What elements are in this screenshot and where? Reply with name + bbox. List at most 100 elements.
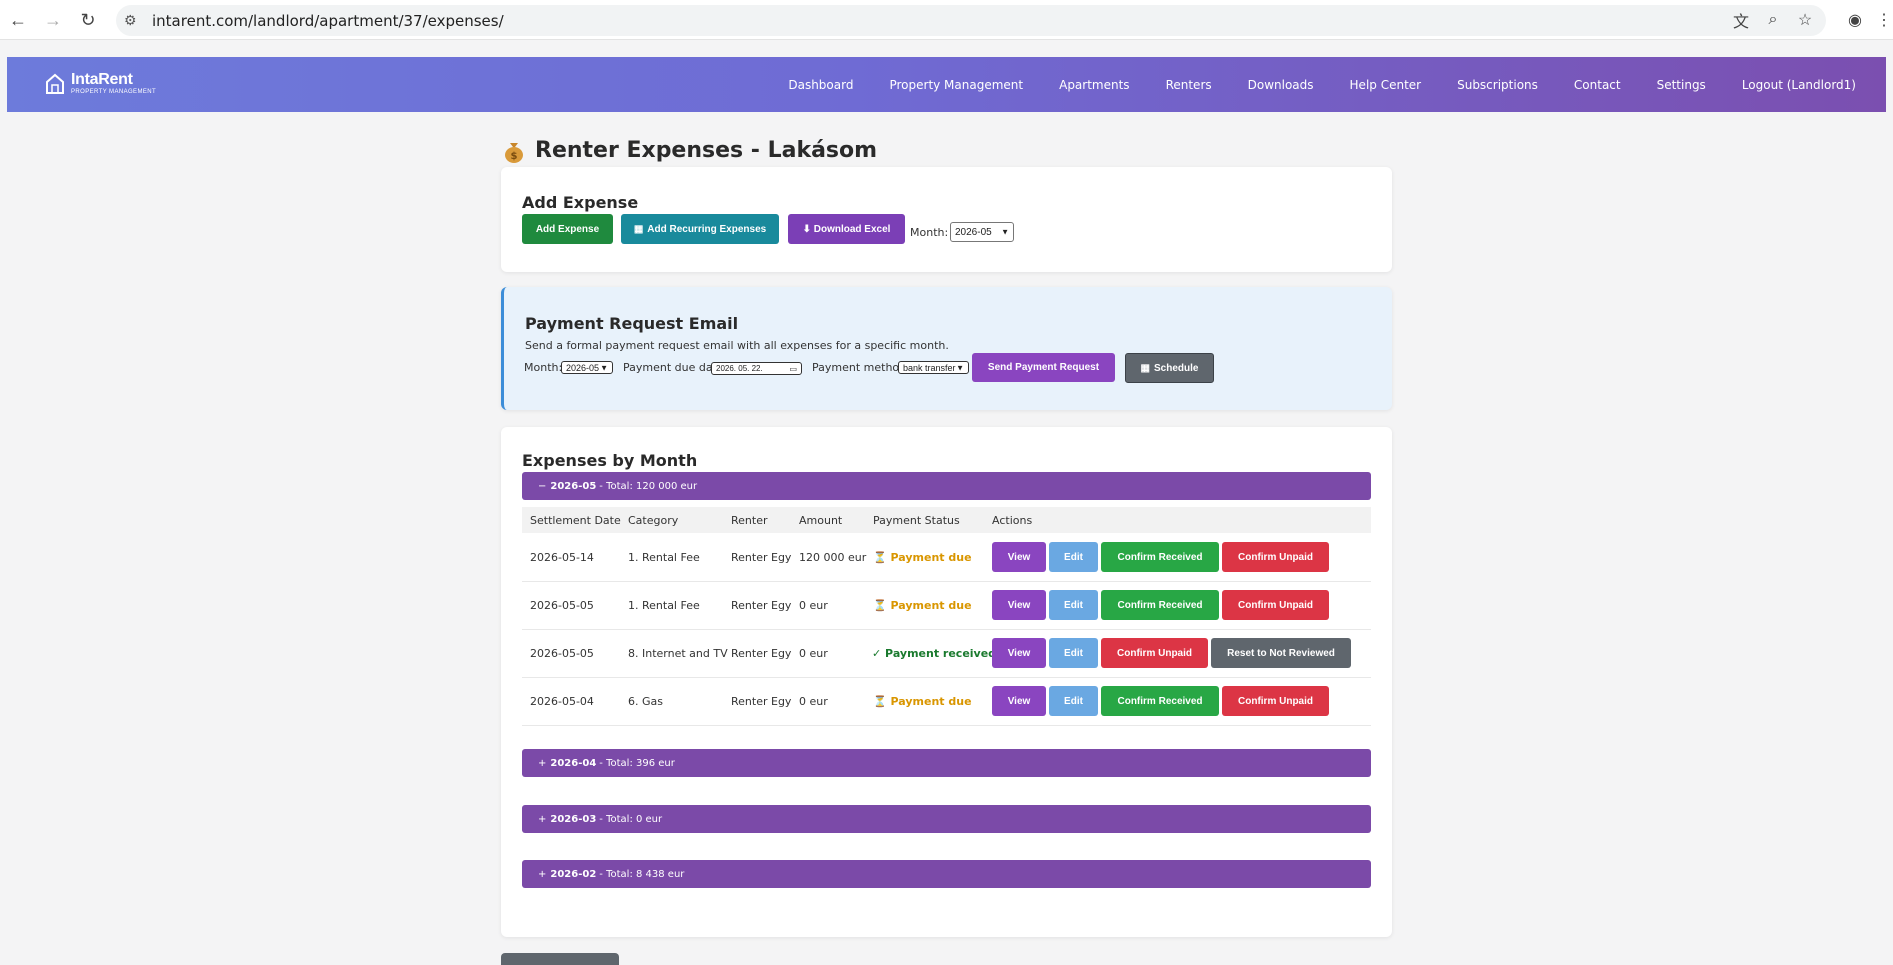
- edit-button[interactable]: Edit: [1049, 686, 1098, 716]
- table-row: 2026-05-05 1. Rental Fee Renter Egy 0 eu…: [522, 582, 1371, 630]
- view-button[interactable]: View: [992, 542, 1046, 572]
- schedule-button[interactable]: ▦ Schedule: [1125, 353, 1214, 383]
- settlement-date: 2026-05-05: [530, 599, 594, 612]
- category: 8. Internet and TV: [628, 647, 728, 660]
- confirm-received-button[interactable]: Confirm Received: [1101, 686, 1219, 716]
- view-button[interactable]: View: [992, 590, 1046, 620]
- payment-request-card: Payment Request Email Send a formal paym…: [501, 287, 1392, 410]
- view-button[interactable]: View: [992, 686, 1046, 716]
- due-date-input[interactable]: 2026. 05. 22. ▭: [711, 362, 802, 375]
- month-group-header[interactable]: + 2026-04 - Total: 396 eur: [522, 749, 1371, 777]
- month-label: 2026-05: [550, 480, 597, 492]
- category: 6. Gas: [628, 695, 663, 708]
- expand-toggle: +: [538, 868, 547, 880]
- month-label: Month:: [910, 226, 949, 239]
- collapse-toggle: −: [538, 480, 547, 492]
- month-total: - Total: 396 eur: [599, 757, 675, 769]
- table-row: 2026-05-04 6. Gas Renter Egy 0 eur ⏳ Pay…: [522, 678, 1371, 726]
- nav-apartments[interactable]: Apartments: [1059, 78, 1129, 92]
- col-settlement-date: Settlement Date: [530, 514, 621, 527]
- nav-logout[interactable]: Logout (Landlord1): [1742, 78, 1856, 92]
- confirm-unpaid-button[interactable]: Confirm Unpaid: [1222, 686, 1329, 716]
- expand-toggle: +: [538, 757, 547, 769]
- menu-dots-icon[interactable]: ⋮: [1873, 9, 1893, 31]
- translate-icon[interactable]: 文: [1730, 9, 1752, 31]
- amount: 0 eur: [799, 695, 828, 708]
- confirm-unpaid-button[interactable]: Confirm Unpaid: [1222, 590, 1329, 620]
- brand-logo[interactable]: IntaRent PROPERTY MANAGEMENT: [45, 72, 156, 95]
- forward-icon[interactable]: →: [41, 8, 65, 32]
- nav-help-center[interactable]: Help Center: [1350, 78, 1422, 92]
- edit-button[interactable]: Edit: [1049, 542, 1098, 572]
- table-row: 2026-05-14 1. Rental Fee Renter Egy 120 …: [522, 534, 1371, 582]
- reload-icon[interactable]: ↻: [76, 8, 100, 32]
- nav-property-management[interactable]: Property Management: [889, 78, 1023, 92]
- month-total: - Total: 8 438 eur: [599, 868, 685, 880]
- nav-menu: Dashboard Property Management Apartments…: [752, 57, 1856, 112]
- browser-toolbar: ← → ↻ ⚙ intarent.com/landlord/apartment/…: [0, 0, 1893, 40]
- add-recurring-label: Add Recurring Expenses: [647, 223, 767, 235]
- brand-subtitle: PROPERTY MANAGEMENT: [71, 89, 157, 95]
- url-text[interactable]: intarent.com/landlord/apartment/37/expen…: [152, 12, 504, 30]
- money-bag-icon: $: [505, 142, 523, 163]
- amount: 0 eur: [799, 647, 828, 660]
- month-select[interactable]: 2026-05 ▼: [950, 222, 1014, 242]
- nav-contact[interactable]: Contact: [1574, 78, 1621, 92]
- month-total: - Total: 120 000 eur: [599, 480, 698, 492]
- zoom-icon[interactable]: ⌕: [1762, 9, 1784, 31]
- calendar-icon: ▦: [633, 223, 644, 235]
- expand-toggle: +: [538, 813, 547, 825]
- add-expense-button[interactable]: Add Expense: [522, 214, 613, 244]
- brand-name: IntaRent: [71, 71, 133, 88]
- back-icon[interactable]: ←: [6, 8, 30, 32]
- nav-renters[interactable]: Renters: [1166, 78, 1212, 92]
- renter: Renter Egy: [731, 695, 792, 708]
- house-logo-icon: [46, 73, 64, 94]
- month-label: 2026-02: [550, 868, 597, 880]
- payment-status: ⏳ Payment due: [873, 599, 972, 612]
- send-payment-request-button[interactable]: Send Payment Request: [972, 353, 1115, 382]
- reset-to-not-reviewed-button[interactable]: Reset to Not Reviewed: [1211, 638, 1351, 668]
- pr-month-label: Month:: [524, 361, 563, 374]
- category: 1. Rental Fee: [628, 599, 700, 612]
- nav-settings[interactable]: Settings: [1657, 78, 1706, 92]
- download-excel-button[interactable]: ⬇ Download Excel: [788, 214, 905, 244]
- pr-month-select[interactable]: 2026-05 ▼: [561, 361, 613, 374]
- chevron-down-icon: ▼: [956, 363, 964, 372]
- month-select-value: 2026-05: [955, 226, 992, 238]
- add-expense-heading: Add Expense: [522, 193, 639, 212]
- due-date-value: 2026. 05. 22.: [716, 364, 763, 373]
- month-group-header[interactable]: − 2026-05 - Total: 120 000 eur: [522, 472, 1371, 500]
- confirm-received-button[interactable]: Confirm Received: [1101, 590, 1219, 620]
- back-button[interactable]: [501, 953, 619, 965]
- payment-status: ⏳ Payment due: [873, 695, 972, 708]
- nav-subscriptions[interactable]: Subscriptions: [1457, 78, 1538, 92]
- site-settings-icon[interactable]: ⚙: [124, 12, 137, 29]
- payment-status: ⏳ Payment due: [873, 551, 972, 564]
- month-label: 2026-03: [550, 813, 597, 825]
- profile-icon[interactable]: ◉: [1844, 9, 1866, 31]
- col-actions: Actions: [992, 514, 1033, 527]
- payment-method-label: Payment method:: [812, 361, 910, 374]
- nav-dashboard[interactable]: Dashboard: [788, 78, 853, 92]
- schedule-label: Schedule: [1153, 362, 1199, 374]
- month-group-header[interactable]: + 2026-02 - Total: 8 438 eur: [522, 860, 1371, 888]
- confirm-unpaid-button[interactable]: Confirm Unpaid: [1101, 638, 1208, 668]
- month-group-header[interactable]: + 2026-03 - Total: 0 eur: [522, 805, 1371, 833]
- nav-downloads[interactable]: Downloads: [1248, 78, 1314, 92]
- table-row: 2026-05-05 8. Internet and TV Renter Egy…: [522, 630, 1371, 678]
- add-recurring-expenses-button[interactable]: ▦ Add Recurring Expenses: [621, 214, 779, 244]
- view-button[interactable]: View: [992, 638, 1046, 668]
- confirm-unpaid-button[interactable]: Confirm Unpaid: [1222, 542, 1329, 572]
- confirm-received-button[interactable]: Confirm Received: [1101, 542, 1219, 572]
- month-total: - Total: 0 eur: [599, 813, 663, 825]
- expenses-heading: Expenses by Month: [522, 451, 698, 470]
- amount: 0 eur: [799, 599, 828, 612]
- edit-button[interactable]: Edit: [1049, 638, 1098, 668]
- payment-method-select[interactable]: bank transfer ▼: [898, 361, 969, 374]
- amount: 120 000 eur: [799, 551, 867, 564]
- chevron-down-icon: ▼: [1001, 227, 1009, 237]
- edit-button[interactable]: Edit: [1049, 590, 1098, 620]
- bookmark-star-icon[interactable]: ☆: [1794, 9, 1816, 31]
- renter: Renter Egy: [731, 647, 792, 660]
